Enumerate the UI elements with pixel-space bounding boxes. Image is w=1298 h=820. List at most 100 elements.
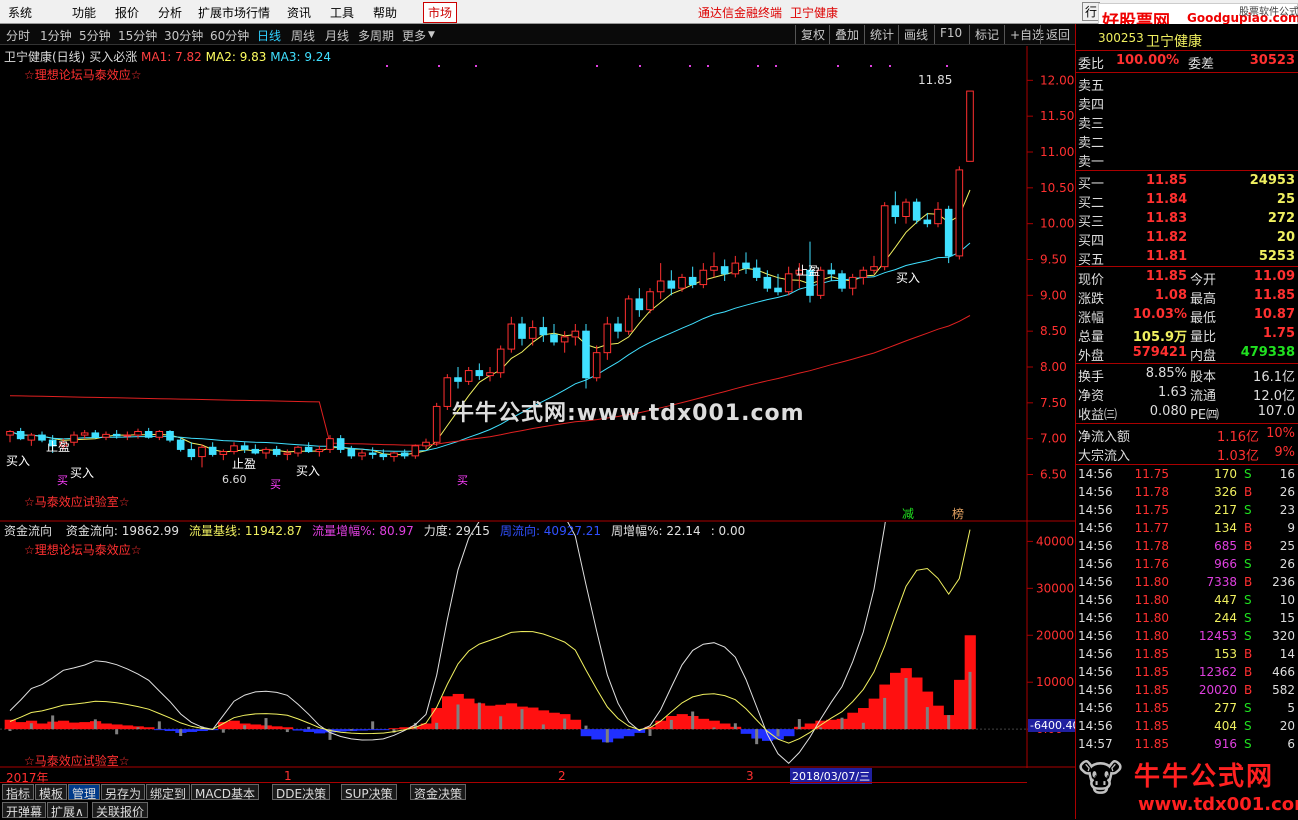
money-flow-row: 净流入额 1.16亿 10% [1078,426,1295,445]
candle [720,259,729,281]
menu-item-help[interactable]: 帮助 [373,4,397,21]
flow-bar [367,729,379,731]
candle [187,442,196,461]
draw-line-button[interactable]: 画线 [898,25,933,44]
period-tab-15min[interactable]: 15分钟 [118,27,157,44]
period-tab-5min[interactable]: 5分钟 [79,27,111,44]
flow-bar [303,729,315,732]
signal-stop: 止盈 [46,440,71,454]
signal-dot [837,65,839,67]
candle [934,202,942,228]
period-tab-more[interactable]: 更多 [402,27,426,44]
buy-level-row: 买一 11.85 24953 [1078,173,1295,192]
statistics-button[interactable]: 统计 [864,25,899,44]
indicator-tab[interactable]: SUP决策 [341,784,397,801]
candle [486,367,494,382]
period-tab-monthly[interactable]: 月线 [325,27,349,44]
market-button[interactable]: 市场 [423,2,458,23]
weicha-value: 30523 [1249,53,1295,68]
candle [891,191,900,224]
indicator-tab[interactable]: 资金决策 [410,784,467,801]
period-tab-daily[interactable]: 日线 [257,27,281,44]
candle [518,316,526,346]
indicator-tab[interactable]: 模板 [35,784,68,801]
flow-bar [612,729,624,739]
indicator-name[interactable]: 买入必涨 [89,50,137,64]
sub-axis-label: 40000 [1036,534,1074,548]
sub-indicator-name[interactable]: 资金流向 [4,524,52,538]
candle [731,255,740,278]
tick-row: 14:56 11.78 326 B 26 [1078,485,1295,499]
flow-bar [314,729,326,734]
sub-chart-header: 资金流向 资金流向: 19862.99 流量基线: 11942.87 流量增幅%: … [4,522,745,539]
money-flow-chart[interactable]: 400003000020000100000.00 [0,522,1075,768]
candle [240,442,249,453]
menu-item-news[interactable]: 资讯 [287,4,311,21]
more-chevron-icon[interactable]: ▼ [428,30,435,40]
tick-row: 14:56 11.85 12362 B 466 [1078,665,1295,679]
candle [550,324,558,346]
price-axis-label: 10.00 [1040,217,1074,231]
signal-dot [757,65,759,67]
candle [912,198,921,224]
mark-button[interactable]: 标记 [969,25,1004,44]
panel-tab[interactable]: 关联报价 [92,802,149,819]
menu-item-analysis[interactable]: 分析 [158,4,182,21]
period-tab-tick[interactable]: 分时 [6,27,30,44]
candle [432,402,441,446]
candle [848,273,857,296]
indicator-tab[interactable]: 另存为 [101,784,146,801]
flow-bar [676,714,688,730]
f10-button[interactable]: F10 [934,25,967,44]
menu-item-system[interactable]: 系统 [8,4,32,21]
period-tab-1min[interactable]: 1分钟 [40,27,72,44]
sub-header-item: 资金流向: 19862.99 [65,524,179,538]
sub-forum-label: ☆理想论坛马泰效应☆ [24,543,142,557]
buy-level-row: 买三 11.83 272 [1078,211,1295,230]
date-axis-month-1: 1 [284,769,292,783]
restore-rights-button[interactable]: 复权 [795,25,830,44]
quote-stat-row: 总量 105.9万 量比 1.75 [1078,326,1295,345]
peak-price-label: 11.85 [918,73,953,87]
sub-header-item: : 0.00 [710,524,746,538]
flow-bar [847,712,859,730]
sell-level-row: 卖一 [1078,155,1105,170]
candle [656,263,665,299]
flow-bar [740,729,752,734]
overlay-button[interactable]: 叠加 [829,25,864,44]
menu-item-tools[interactable]: 工具 [330,4,354,21]
menu-item-function[interactable]: 功能 [72,4,96,21]
candle [464,367,473,385]
back-button[interactable]: 返回 [1040,25,1075,44]
period-tab-60min[interactable]: 60分钟 [210,27,249,44]
candle [272,445,281,457]
indicator-tab[interactable]: 指标 [2,784,35,801]
indicator-tab[interactable]: DDE决策 [272,784,331,801]
money-flow-row: 大宗流入 1.03亿 9% [1078,445,1295,464]
sub-lab-label: ☆马泰效应试验室☆ [24,754,130,768]
buy-level-row: 买二 11.84 25 [1078,192,1295,211]
flow-bar [292,729,304,731]
candle [699,263,708,289]
menu-item-extmarket[interactable]: 扩展市场行情 [198,4,270,21]
period-tab-30min[interactable]: 30分钟 [164,27,203,44]
ma3-value: MA3: 9.24 [270,50,332,64]
candle [955,166,964,260]
sub-header-item: 周流向: 40927.21 [499,524,602,538]
indicator-tab[interactable]: 管理 [68,784,101,801]
candle [827,263,836,281]
flow-bar [804,723,816,730]
forum-label: ☆理想论坛马泰效应☆ [24,68,142,82]
period-tab-multi[interactable]: 多周期 [358,27,394,44]
panel-tab[interactable]: 扩展∧ [47,802,88,819]
menu-item-quote[interactable]: 报价 [115,4,139,21]
period-tab-weekly[interactable]: 周线 [291,27,315,44]
price-axis-label: 9.50 [1040,253,1067,267]
candle [326,435,334,453]
indicator-tab[interactable]: MACD基本 [191,784,259,801]
tick-row: 14:56 11.85 20020 B 582 [1078,683,1295,697]
candle [571,324,580,346]
signal-dot [946,65,948,67]
indicator-tab[interactable]: 绑定到 [146,784,191,801]
panel-tab[interactable]: 开弹幕 [2,802,47,819]
